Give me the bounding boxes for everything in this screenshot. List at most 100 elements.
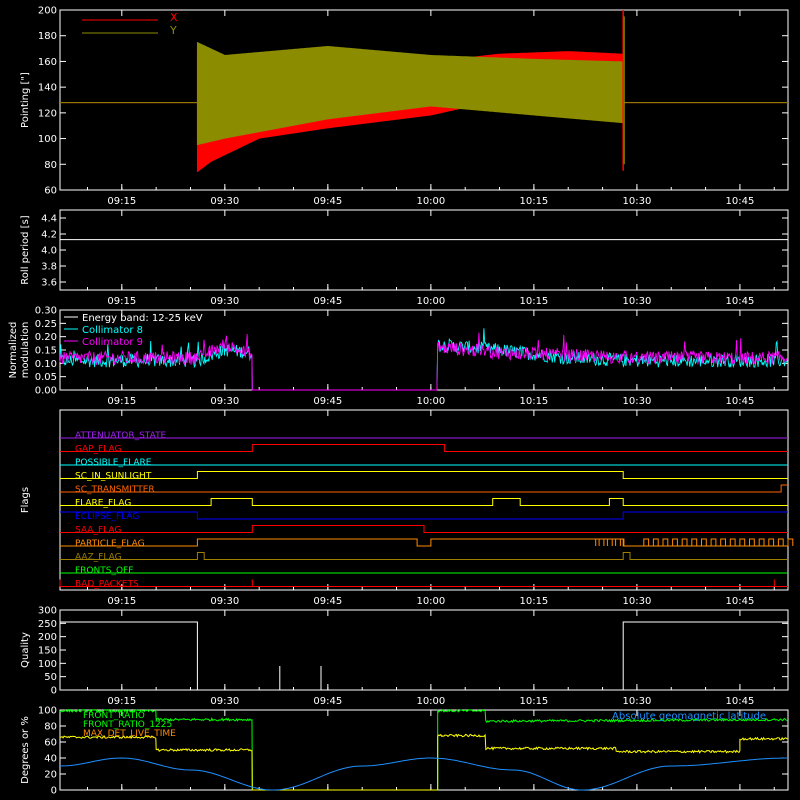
y-tick-label: 0 [51, 786, 57, 797]
y-tick-label: 0.15 [35, 346, 57, 357]
y-tick-label: 50 [44, 672, 57, 683]
y-tick-label: 100 [38, 659, 57, 670]
x-tick-label: 10:15 [519, 196, 548, 207]
flag-label: GAP_FLAG [75, 445, 121, 455]
series-absolute-geomagnetic-latitude [59, 757, 788, 791]
y-tick-label: 100 [38, 706, 57, 717]
x-tick-label: 10:45 [726, 296, 755, 307]
flag-label: PARTICLE_FLAG [75, 539, 145, 549]
y-tick-label: 180 [38, 31, 57, 42]
y-tick-label: 0.20 [35, 332, 57, 343]
flag-label: ECLIPSE_FLAG [75, 512, 139, 522]
panel-roll: 09:15 09:30 09:45 10:00 10:15 10:30 10:45 3.6 3.… [20, 209, 789, 307]
x-tick-label: 10:45 [726, 696, 755, 707]
y-tick-label: 60 [44, 186, 57, 197]
rhessi-quicklook-chart: 09:15 09:30 09:45 10:00 10:15 10:30 10:45 60 80 1… [8, 6, 794, 797]
series-max_det_live_time [59, 733, 788, 791]
y-tick-label: 0.00 [35, 386, 57, 397]
legend-label: Collimator 9 [82, 337, 143, 348]
panel-frame [59, 409, 789, 591]
y-tick-label: 0 [51, 686, 57, 697]
x-tick-label: 09:15 [107, 696, 136, 707]
flag-saa_flag [60, 525, 788, 533]
y-axis-label: Degrees or % [20, 716, 31, 784]
x-tick-label: 09:30 [210, 296, 239, 307]
x-tick-label: 09:15 [107, 296, 136, 307]
panel-flags: 09:15 09:30 09:45 10:00 10:15 10:30 10:45 Flags… [20, 409, 794, 607]
panel-quality: 09:15 09:30 09:45 10:00 10:15 10:30 10:45 0 50 10… [20, 606, 789, 707]
y-tick-label: 100 [38, 134, 57, 145]
legend-label: MAX_DET_LIVE_TIME [83, 729, 176, 739]
x-tick-label: 10:15 [519, 596, 548, 607]
y-tick-label: 4.2 [41, 230, 57, 241]
flag-saa_flag_2 [60, 444, 788, 452]
y-tick-label: 250 [38, 619, 57, 630]
series-quality [60, 621, 788, 691]
flag-label: SC_TRANSMITTER [75, 485, 155, 495]
y-tick-label: 3.6 [41, 278, 57, 289]
y-tick-label: 40 [44, 754, 57, 765]
flag-sc_in_sunlight [60, 471, 788, 479]
flag-label: FLARE_FLAG [75, 499, 131, 509]
flag-label: FRONTS_OFF [75, 566, 133, 576]
x-tick-label: 10:45 [726, 596, 755, 607]
y-tick-label: 3.8 [41, 262, 57, 273]
x-tick-label: 10:30 [622, 696, 651, 707]
x-tick-label: 10:00 [416, 296, 445, 307]
y-tick-label: 80 [44, 722, 57, 733]
x-tick-label: 09:30 [210, 396, 239, 407]
x-tick-label: 10:15 [519, 296, 548, 307]
x-tick-label: 09:45 [313, 396, 342, 407]
y-axis-label: Flags [20, 487, 31, 513]
panel-pointing: 09:15 09:30 09:45 10:00 10:15 10:30 10:45 60 80 1… [20, 6, 789, 207]
y-axis-label: Roll period [s] [20, 215, 31, 284]
y-tick-label: 140 [38, 83, 57, 94]
y-tick-label: 0.10 [35, 359, 57, 370]
flag-label: POSSIBLE_FLARE [75, 458, 152, 468]
legend-label: X [170, 11, 178, 24]
y-tick-label: 160 [38, 57, 57, 68]
flag-label: SC_IN_SUNLIGHT [75, 472, 152, 482]
y-tick-label: 4.0 [41, 246, 57, 257]
y-tick-label: 60 [44, 738, 57, 749]
y-tick-label: 20 [44, 770, 57, 781]
panel-aux: 020406080100Degrees or %FRONT_RATIOFRONT… [20, 706, 789, 797]
x-tick-label: 10:00 [416, 396, 445, 407]
x-tick-label: 10:45 [726, 396, 755, 407]
y-tick-label: 4.4 [41, 214, 57, 225]
x-tick-label: 09:45 [313, 596, 342, 607]
legend-label: Energy band: 12-25 keV [82, 313, 203, 324]
x-tick-label: 09:15 [107, 196, 136, 207]
x-tick-label: 10:30 [622, 196, 651, 207]
x-tick-label: 10:00 [416, 696, 445, 707]
panel-modulation: 09:15 09:30 09:45 10:00 10:15 10:30 10:45 0.00 0… [8, 306, 789, 407]
x-tick-label: 09:30 [210, 196, 239, 207]
y-axis-label: Pointing ["] [20, 72, 31, 128]
legend-label: Y [169, 24, 177, 37]
y-tick-label: 200 [38, 632, 57, 643]
x-tick-label: 10:30 [622, 396, 651, 407]
legend-label: Absolute geomagnetic latitude [612, 711, 766, 722]
x-tick-label: 09:30 [210, 596, 239, 607]
x-tick-label: 09:15 [107, 396, 136, 407]
x-tick-label: 09:45 [313, 196, 342, 207]
x-tick-label: 10:15 [519, 396, 548, 407]
y-tick-label: 300 [38, 606, 57, 617]
flag-label: SAA_FLAG [75, 526, 121, 536]
x-tick-label: 09:45 [313, 296, 342, 307]
flag-flare_flag [60, 498, 788, 506]
flag-sc_transmitter [60, 484, 788, 493]
y-axis-label: Normalized [8, 322, 19, 379]
y-tick-label: 0.05 [35, 372, 57, 383]
flag-label: AAZ_FLAG [75, 553, 122, 563]
y-tick-label: 120 [38, 108, 57, 119]
y-tick-label: 0.25 [35, 319, 57, 330]
x-tick-label: 09:30 [210, 696, 239, 707]
flag-bad_packets [59, 579, 788, 587]
y-tick-label: 0.30 [35, 306, 57, 317]
x-tick-label: 10:45 [726, 196, 755, 207]
x-tick-label: 10:15 [519, 696, 548, 707]
y-axis-label: Quality [20, 632, 31, 668]
flag-label: ATTENUATOR_STATE [75, 431, 167, 441]
y-axis-label: modulation [20, 322, 31, 379]
